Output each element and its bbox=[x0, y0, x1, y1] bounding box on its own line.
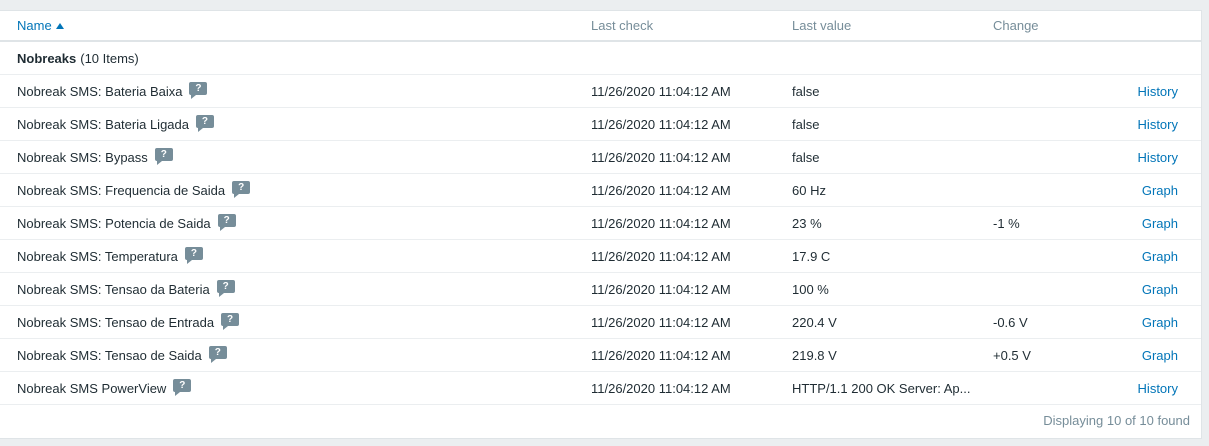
help-hint-icon[interactable]: ? bbox=[217, 214, 236, 231]
item-name: Nobreak SMS: Bateria Baixa bbox=[17, 83, 183, 99]
last-value-cell: 219.8 V bbox=[792, 347, 837, 363]
table-row: Nobreak SMS: Potencia de Saida? 11/26/202… bbox=[0, 207, 1201, 240]
help-hint-icon[interactable]: ? bbox=[173, 379, 192, 396]
item-name: Nobreak SMS: Tensao de Entrada bbox=[17, 314, 215, 330]
table-row: Nobreak SMS: Bypass? 11/26/2020 11:04:12 … bbox=[0, 141, 1201, 174]
help-hint-icon[interactable]: ? bbox=[154, 148, 173, 165]
history-link[interactable]: History bbox=[1138, 75, 1178, 107]
item-name-cell: Nobreak SMS: Tensao de Entrada? bbox=[17, 306, 240, 338]
item-name-cell: Nobreak SMS: Temperatura? bbox=[17, 240, 203, 272]
column-header-name-label[interactable]: Name bbox=[17, 18, 52, 33]
help-hint-icon[interactable]: ? bbox=[216, 280, 235, 297]
item-name-cell: Nobreak SMS: Tensao da Bateria? bbox=[17, 273, 235, 305]
column-header-change: Change bbox=[993, 18, 1039, 33]
help-hint-icon[interactable]: ? bbox=[232, 181, 251, 198]
last-check-cell: 11/26/2020 11:04:12 AM bbox=[591, 149, 731, 165]
last-value-cell: false bbox=[792, 83, 820, 99]
item-name: Nobreak SMS: Tensao da Bateria bbox=[17, 281, 210, 297]
group-name: Nobreaks bbox=[17, 50, 77, 66]
item-name: Nobreak SMS: Tensao de Saida bbox=[17, 347, 202, 363]
graph-link[interactable]: Graph bbox=[1142, 273, 1178, 305]
item-name-cell: Nobreak SMS: Bateria Baixa? bbox=[17, 75, 208, 107]
last-value-cell: 60 Hz bbox=[792, 182, 826, 198]
last-check-cell: 11/26/2020 11:04:12 AM bbox=[591, 83, 731, 99]
graph-link[interactable]: Graph bbox=[1142, 240, 1178, 272]
item-name: Nobreak SMS: Potencia de Saida bbox=[17, 215, 211, 231]
last-value-cell: 100 % bbox=[792, 281, 829, 297]
column-header-last-value: Last value bbox=[792, 18, 852, 33]
change-cell: -1 % bbox=[993, 215, 1020, 231]
group-row: Nobreaks (10 Items) bbox=[0, 42, 1201, 75]
column-header-name[interactable]: Name bbox=[17, 11, 64, 40]
graph-link[interactable]: Graph bbox=[1142, 306, 1178, 338]
change-cell: +0.5 V bbox=[993, 347, 1031, 363]
last-value-cell: 17.9 C bbox=[792, 248, 831, 264]
last-check-cell: 11/26/2020 11:04:12 AM bbox=[591, 248, 731, 264]
group-count: (10 Items) bbox=[80, 50, 139, 66]
latest-data-panel: Name Last check Last value Change Nobrea… bbox=[0, 10, 1202, 439]
item-name-cell: Nobreak SMS: Bypass? bbox=[17, 141, 173, 173]
history-link[interactable]: History bbox=[1138, 372, 1178, 404]
item-name-cell: Nobreak SMS: Bateria Ligada? bbox=[17, 108, 214, 140]
graph-link[interactable]: Graph bbox=[1142, 207, 1178, 239]
table-header: Name Last check Last value Change bbox=[0, 11, 1201, 42]
last-check-cell: 11/26/2020 11:04:12 AM bbox=[591, 182, 731, 198]
help-hint-icon[interactable]: ? bbox=[184, 247, 203, 264]
item-name-cell: Nobreak SMS: Frequencia de Saida? bbox=[17, 174, 251, 206]
last-value-cell: HTTP/1.1 200 OK Server: Ap... bbox=[792, 380, 971, 396]
last-value-cell: 23 % bbox=[792, 215, 822, 231]
help-hint-icon[interactable]: ? bbox=[221, 313, 240, 330]
change-cell: -0.6 V bbox=[993, 314, 1028, 330]
item-name-cell: Nobreak SMS: Tensao de Saida? bbox=[17, 339, 227, 371]
item-name: Nobreak SMS: Bypass bbox=[17, 149, 148, 165]
table-row: Nobreak SMS: Tensao da Bateria? 11/26/202… bbox=[0, 273, 1201, 306]
last-check-cell: 11/26/2020 11:04:12 AM bbox=[591, 380, 731, 396]
table-row: Nobreak SMS: Tensao de Entrada? 11/26/202… bbox=[0, 306, 1201, 339]
item-name-cell: Nobreak SMS: Potencia de Saida? bbox=[17, 207, 236, 239]
item-name-cell: Nobreak SMS PowerView? bbox=[17, 372, 192, 404]
sort-ascending-icon[interactable] bbox=[55, 23, 64, 29]
last-check-cell: 11/26/2020 11:04:12 AM bbox=[591, 215, 731, 231]
last-value-cell: 220.4 V bbox=[792, 314, 837, 330]
item-name: Nobreak SMS: Frequencia de Saida bbox=[17, 182, 226, 198]
item-name: Nobreak SMS: Temperatura bbox=[17, 248, 178, 264]
table-row: Nobreak SMS: Temperatura? 11/26/2020 11:0… bbox=[0, 240, 1201, 273]
help-hint-icon[interactable]: ? bbox=[195, 115, 214, 132]
help-hint-icon[interactable]: ? bbox=[189, 82, 208, 99]
graph-link[interactable]: Graph bbox=[1142, 339, 1178, 371]
column-header-last-check: Last check bbox=[591, 18, 654, 33]
last-check-cell: 11/26/2020 11:04:12 AM bbox=[591, 116, 731, 132]
item-name: Nobreak SMS PowerView bbox=[17, 380, 167, 396]
history-link[interactable]: History bbox=[1138, 141, 1178, 173]
history-link[interactable]: History bbox=[1138, 108, 1178, 140]
last-check-cell: 11/26/2020 11:04:12 AM bbox=[591, 347, 731, 363]
item-name: Nobreak SMS: Bateria Ligada bbox=[17, 116, 189, 132]
table-row: Nobreak SMS: Bateria Ligada? 11/26/2020 1… bbox=[0, 108, 1201, 141]
table-row: Nobreak SMS PowerView? 11/26/2020 11:04:1… bbox=[0, 372, 1201, 405]
table-row: Nobreak SMS: Tensao de Saida? 11/26/2020 … bbox=[0, 339, 1201, 372]
graph-link[interactable]: Graph bbox=[1142, 174, 1178, 206]
group-label: Nobreaks (10 Items) bbox=[17, 42, 139, 74]
last-check-cell: 11/26/2020 11:04:12 AM bbox=[591, 281, 731, 297]
help-hint-icon[interactable]: ? bbox=[208, 346, 227, 363]
last-value-cell: false bbox=[792, 116, 820, 132]
table-footer: Displaying 10 of 10 found bbox=[1043, 412, 1190, 428]
table-row: Nobreak SMS: Frequencia de Saida? 11/26/2… bbox=[0, 174, 1201, 207]
table-row: Nobreak SMS: Bateria Baixa? 11/26/2020 11… bbox=[0, 75, 1201, 108]
last-check-cell: 11/26/2020 11:04:12 AM bbox=[591, 314, 731, 330]
last-value-cell: false bbox=[792, 149, 820, 165]
